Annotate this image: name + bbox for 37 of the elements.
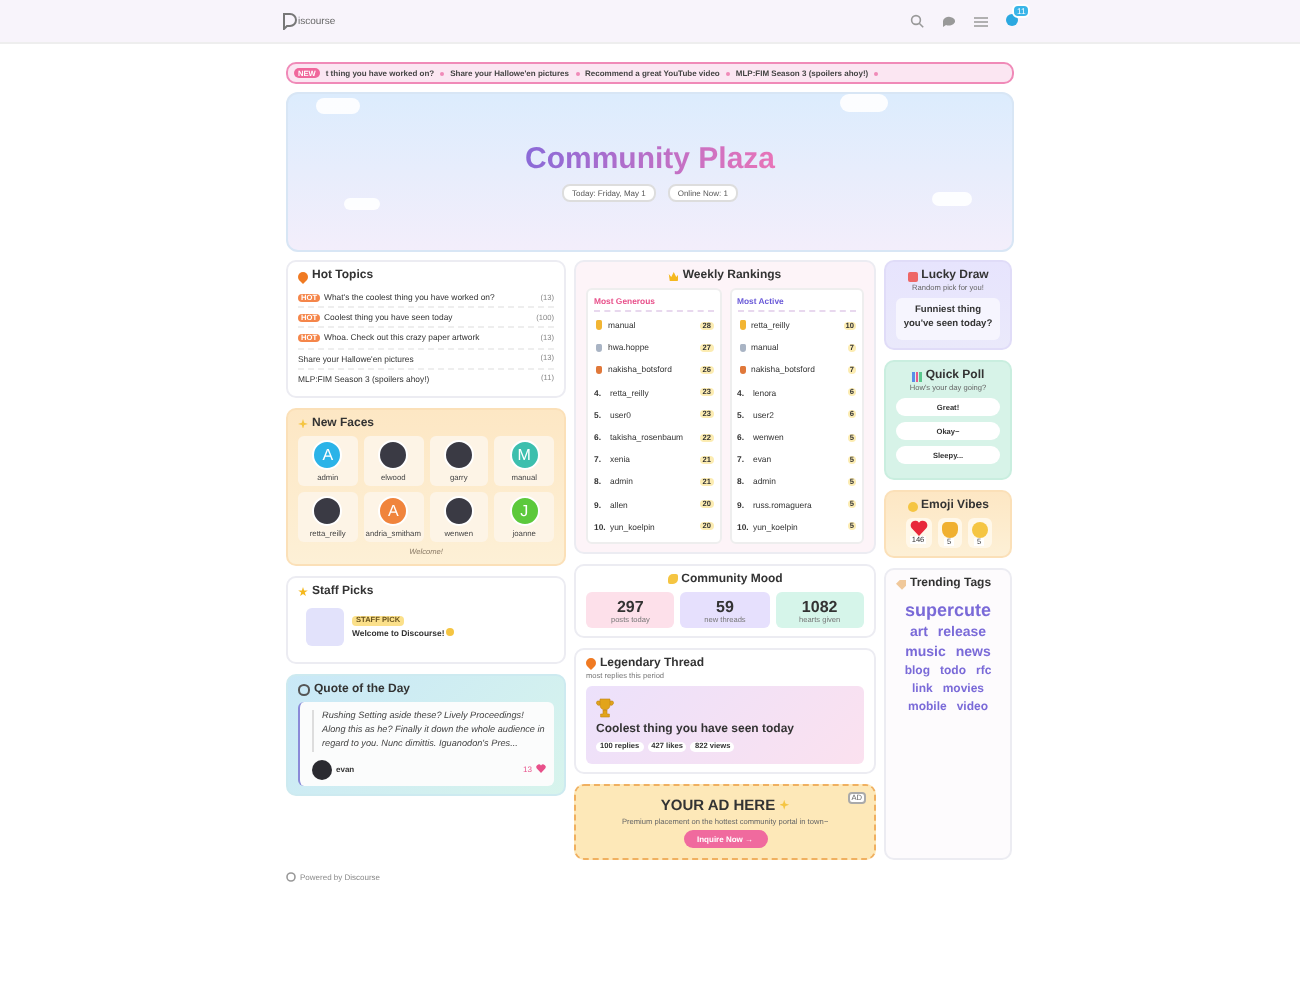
topic-thumbnail <box>306 607 344 646</box>
photo-placeholder <box>312 759 332 780</box>
heart-icon <box>536 764 546 774</box>
separator-dot <box>874 71 879 75</box>
photo-placeholder <box>443 495 474 526</box>
avatar-icon[interactable] <box>1006 14 1018 26</box>
sparkle-icon <box>298 418 308 429</box>
sparkle-icon <box>779 799 790 810</box>
fire-icon <box>295 268 311 284</box>
separator-dot <box>575 71 580 75</box>
search-icon[interactable] <box>910 14 924 28</box>
letter-avatar: J <box>509 495 540 526</box>
separator-dot <box>725 71 730 75</box>
tag-link[interactable]: supercute <box>896 600 1000 621</box>
photo-placeholder <box>378 439 409 470</box>
photo-placeholder <box>312 495 343 526</box>
letter-avatar: A <box>378 495 409 526</box>
fire-icon <box>583 656 599 671</box>
photo-placeholder <box>443 439 474 470</box>
separator-dot <box>440 71 445 75</box>
stat-value: 297 <box>616 597 644 616</box>
menu-icon[interactable] <box>974 15 988 27</box>
stat-value: 1082 <box>801 597 838 616</box>
letter-avatar: A <box>312 439 343 470</box>
stat-value: 59 <box>716 597 734 616</box>
cloud-icon <box>840 94 888 112</box>
letter-avatar: M <box>509 439 540 470</box>
heart-icon <box>909 520 927 537</box>
trophy-icon <box>596 697 614 718</box>
bar-chart-icon <box>911 371 922 382</box>
logo-icon <box>282 12 298 30</box>
tag-icon <box>896 579 906 590</box>
logo-icon <box>286 871 296 882</box>
chat-icon[interactable] <box>942 15 956 27</box>
hero-title: Community Plaza <box>524 142 776 176</box>
cloud-icon <box>316 98 360 114</box>
crown-icon <box>668 271 679 281</box>
